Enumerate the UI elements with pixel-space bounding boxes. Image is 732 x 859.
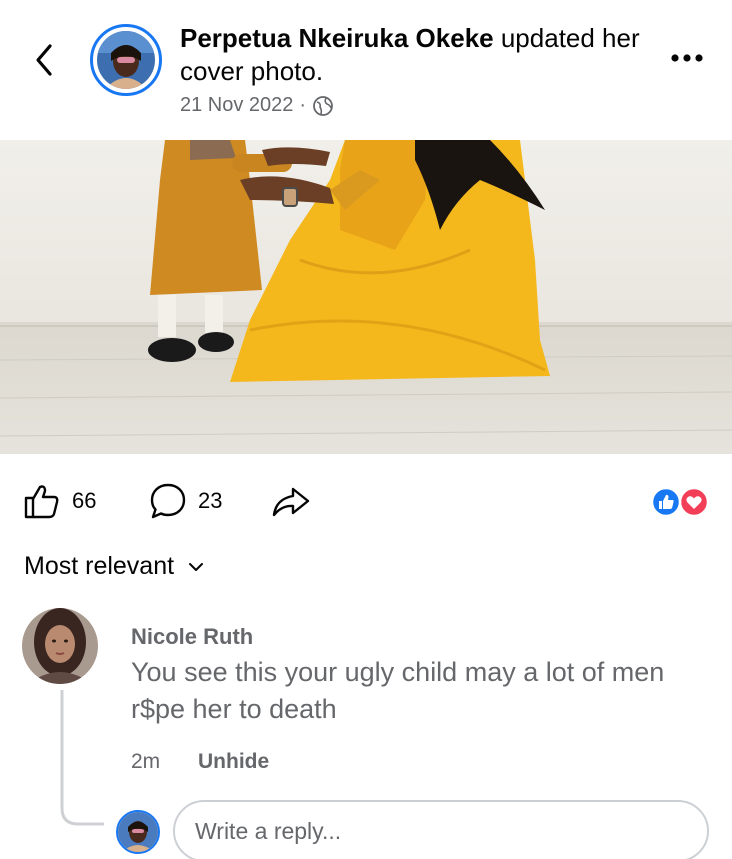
- comment-author[interactable]: Nicole Ruth: [131, 624, 253, 650]
- thumbs-up-icon: [24, 485, 59, 519]
- comment-sort-dropdown[interactable]: Most relevant: [24, 552, 204, 581]
- post-actions: 66 23: [0, 476, 732, 526]
- commenter-avatar[interactable]: [22, 608, 98, 684]
- chevron-left-icon: [36, 44, 52, 76]
- sort-label: Most relevant: [24, 552, 175, 580]
- comment-button[interactable]: 23: [148, 476, 222, 526]
- comment-count: 23: [198, 488, 223, 513]
- comment-time[interactable]: 2m: [131, 750, 160, 774]
- more-options-button[interactable]: [667, 48, 707, 68]
- chevron-down-icon: [189, 562, 204, 571]
- love-reaction-icon: [678, 486, 710, 518]
- reply-placeholder: Write a reply...: [195, 818, 342, 844]
- reply-thread-line: [60, 690, 104, 826]
- author-name-link[interactable]: Perpetua Nkeiruka Okeke: [180, 23, 494, 53]
- comment-bubble-icon: [150, 483, 186, 519]
- unhide-button[interactable]: Unhide: [198, 750, 269, 774]
- post-header: Perpetua Nkeiruka Okeke updated her cove…: [0, 0, 732, 140]
- author-avatar[interactable]: [90, 24, 162, 96]
- reply-input[interactable]: Write a reply...: [173, 800, 709, 859]
- post-title: Perpetua Nkeiruka Okeke updated her cove…: [180, 22, 650, 88]
- like-button[interactable]: 66: [22, 476, 96, 526]
- more-horizontal-icon: [671, 54, 703, 62]
- meta-separator: ·: [299, 94, 307, 116]
- like-reaction-icon: [650, 486, 682, 518]
- comment-text: You see this your ugly child may a lot o…: [131, 657, 665, 724]
- current-user-avatar: [116, 810, 160, 854]
- reaction-summary[interactable]: [650, 486, 710, 518]
- share-button[interactable]: [270, 476, 312, 526]
- cover-photo[interactable]: [0, 140, 732, 454]
- post-date[interactable]: 21 Nov 2022: [180, 94, 293, 117]
- globe-icon: [313, 95, 333, 116]
- back-button[interactable]: [28, 38, 64, 82]
- share-arrow-icon: [272, 487, 310, 517]
- like-count: 66: [72, 488, 97, 513]
- post-meta: 21 Nov 2022 ·: [180, 94, 334, 117]
